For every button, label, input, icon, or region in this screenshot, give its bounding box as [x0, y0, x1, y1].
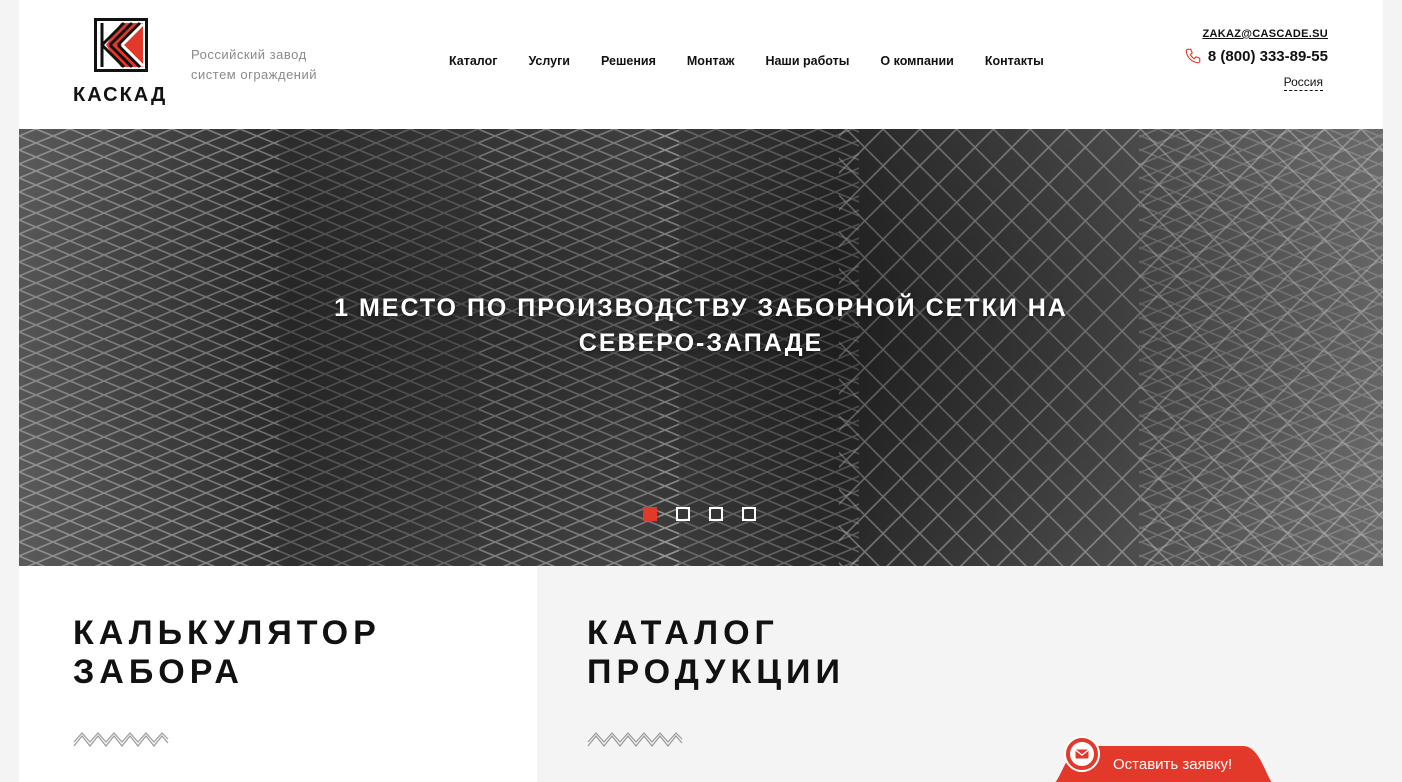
nav-item-about[interactable]: О компании: [880, 54, 953, 68]
logo-wordmark: КАСКАД: [73, 84, 168, 106]
nav-item-our-works[interactable]: Наши работы: [765, 54, 849, 68]
nav-item-solutions[interactable]: Решения: [601, 54, 656, 68]
tagline-line-1: Российский завод: [191, 47, 307, 62]
nav-item-catalog[interactable]: Каталог: [449, 54, 497, 68]
logo[interactable]: КАСКАД: [73, 18, 183, 108]
slider-pagination: [643, 507, 756, 521]
site-header: КАСКАД Российский завод систем ограждени…: [19, 0, 1383, 129]
calculator-title: КАЛЬКУЛЯТОР ЗАБОРА: [73, 614, 381, 692]
slider-dot-4[interactable]: [742, 507, 756, 521]
nav-item-contacts[interactable]: Контакты: [985, 54, 1044, 68]
slider-dot-2[interactable]: [676, 507, 690, 521]
calculator-panel[interactable]: КАЛЬКУЛЯТОР ЗАБОРА: [19, 566, 537, 782]
request-button-label: Оставить заявку!: [1113, 756, 1233, 773]
hero-title-line-1: 1 МЕСТО ПО ПРОИЗВОДСТВУ ЗАБОРНОЙ СЕТКИ Н…: [334, 294, 1068, 322]
slider-dot-3[interactable]: [709, 507, 723, 521]
logo-mark-icon: [94, 18, 148, 72]
calculator-title-line-2: ЗАБОРА: [73, 653, 244, 691]
nav-item-services[interactable]: Услуги: [528, 54, 570, 68]
main-nav: Каталог Услуги Решения Монтаж Наши работ…: [449, 54, 1075, 68]
hero-slider: 1 МЕСТО ПО ПРОИЗВОДСТВУ ЗАБОРНОЙ СЕТКИ Н…: [19, 129, 1383, 566]
phone-row[interactable]: 8 (800) 333-89-55: [1184, 47, 1328, 65]
hero-title-line-2: СЕВЕРО-ЗАПАДЕ: [578, 329, 824, 357]
hero-title: 1 МЕСТО ПО ПРОИЗВОДСТВУ ЗАБОРНОЙ СЕТКИ Н…: [19, 291, 1383, 361]
tagline-line-2: систем ограждений: [191, 67, 317, 82]
catalog-title-line-2: ПРОДУКЦИИ: [587, 653, 845, 691]
envelope-icon: [1064, 736, 1100, 772]
request-button[interactable]: Оставить заявку!: [1047, 736, 1279, 782]
calculator-title-line-1: КАЛЬКУЛЯТОР: [73, 614, 381, 652]
slider-dot-1[interactable]: [643, 507, 657, 521]
nav-item-installation[interactable]: Монтаж: [687, 54, 735, 68]
tagline: Российский завод систем ограждений: [191, 45, 361, 85]
catalog-title: КАТАЛОГ ПРОДУКЦИИ: [587, 614, 845, 692]
header-contacts: ZAKAZ@CASCADE.SU 8 (800) 333-89-55 Росси…: [1184, 28, 1328, 91]
region-selector[interactable]: Россия: [1283, 75, 1323, 91]
phone-number[interactable]: 8 (800) 333-89-55: [1208, 48, 1328, 65]
zigzag-divider-icon: [73, 732, 169, 747]
phone-icon: [1185, 48, 1201, 64]
zigzag-divider-icon: [587, 732, 683, 747]
email-link[interactable]: ZAKAZ@CASCADE.SU: [1184, 28, 1328, 40]
catalog-title-line-1: КАТАЛОГ: [587, 614, 779, 652]
